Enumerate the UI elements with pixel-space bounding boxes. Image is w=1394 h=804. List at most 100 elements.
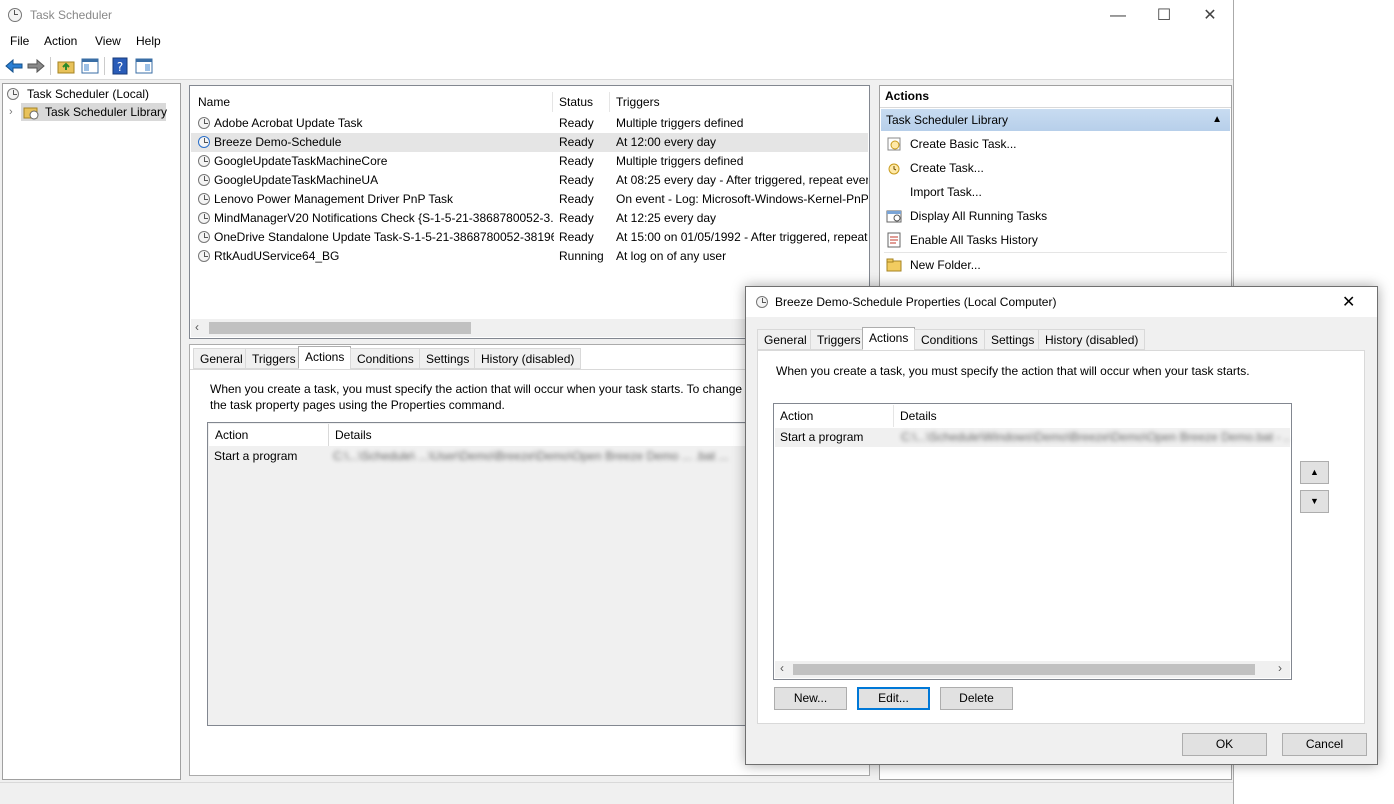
menu-view[interactable]: View bbox=[95, 34, 121, 48]
action-import-task[interactable]: Import Task... bbox=[910, 181, 982, 203]
task-triggers: On event - Log: Microsoft-Windows-Kernel… bbox=[616, 192, 868, 206]
task-status: Ready bbox=[559, 116, 594, 130]
column-header-details[interactable]: Details bbox=[329, 424, 766, 446]
dialog-tab-settings[interactable]: Settings bbox=[984, 329, 1042, 350]
dialog-action-details: C:\...\Schedule\Windows\Demo\Breeze\Demo… bbox=[901, 430, 1289, 444]
menu-file[interactable]: File bbox=[10, 34, 29, 48]
task-clock-icon bbox=[198, 193, 210, 205]
table-row[interactable]: Lenovo Power Management Driver PnP Task … bbox=[191, 190, 868, 209]
ok-button[interactable]: OK bbox=[1182, 733, 1267, 756]
dialog-tab-triggers[interactable]: Triggers bbox=[810, 329, 868, 350]
tree-item-library[interactable]: › Task Scheduler Library bbox=[9, 103, 168, 121]
tab-triggers[interactable]: Triggers bbox=[245, 348, 303, 369]
table-row[interactable]: GoogleUpdateTaskMachineCore Ready Multip… bbox=[191, 152, 868, 171]
actions-section-header[interactable]: Task Scheduler Library ▲ bbox=[881, 109, 1230, 131]
up-folder-icon[interactable] bbox=[56, 56, 76, 76]
show-hide-action-pane-icon[interactable] bbox=[134, 56, 154, 76]
task-name: OneDrive Standalone Update Task-S-1-5-21… bbox=[214, 230, 554, 244]
table-row[interactable]: GoogleUpdateTaskMachineUA Ready At 08:25… bbox=[191, 171, 868, 190]
tab-actions[interactable]: Actions bbox=[298, 346, 352, 369]
action-details: C:\...\Schedule\ ...\User\Demo\Breeze\De… bbox=[333, 449, 729, 463]
app-clock-icon bbox=[8, 8, 22, 22]
task-name: MindManagerV20 Notifications Check {S-1-… bbox=[214, 211, 554, 225]
scroll-left-icon[interactable]: ‹ bbox=[780, 661, 784, 675]
task-name: GoogleUpdateTaskMachineCore bbox=[214, 154, 388, 168]
menu-help[interactable]: Help bbox=[136, 34, 161, 48]
dialog-tab-history[interactable]: History (disabled) bbox=[1038, 329, 1146, 350]
scrollbar-thumb[interactable] bbox=[209, 322, 471, 334]
column-header-triggers[interactable]: Triggers bbox=[610, 92, 869, 112]
task-triggers: Multiple triggers defined bbox=[616, 154, 744, 168]
task-properties-dialog: Breeze Demo-Schedule Properties (Local C… bbox=[745, 286, 1378, 765]
task-status: Ready bbox=[559, 230, 594, 244]
tab-conditions[interactable]: Conditions bbox=[350, 348, 421, 369]
collapse-caret-icon[interactable]: ▲ bbox=[1212, 109, 1222, 131]
action-enable-tasks-history[interactable]: Enable All Tasks History bbox=[910, 229, 1038, 251]
column-header-action[interactable]: Action bbox=[209, 424, 329, 446]
dialog-tab-general[interactable]: General bbox=[757, 329, 814, 350]
tab-general[interactable]: General bbox=[193, 348, 250, 369]
dialog-column-header-action[interactable]: Action bbox=[775, 405, 894, 427]
tab-settings[interactable]: Settings bbox=[419, 348, 477, 369]
action-create-basic-task[interactable]: Create Basic Task... bbox=[910, 133, 1017, 155]
show-hide-tree-icon[interactable] bbox=[80, 56, 100, 76]
task-triggers: Multiple triggers defined bbox=[616, 116, 744, 130]
action-new-folder[interactable]: New Folder... bbox=[910, 254, 981, 276]
task-clock-icon bbox=[198, 117, 210, 129]
task-name: Breeze Demo-Schedule bbox=[214, 135, 342, 149]
move-up-button[interactable]: ▲ bbox=[1300, 461, 1329, 484]
minimize-button[interactable]: — bbox=[1095, 0, 1141, 31]
svg-text:?: ? bbox=[117, 60, 123, 74]
move-down-button[interactable]: ▼ bbox=[1300, 490, 1329, 513]
forward-arrow-icon[interactable] bbox=[26, 56, 46, 76]
delete-action-button[interactable]: Delete bbox=[940, 687, 1013, 710]
task-status: Ready bbox=[559, 135, 594, 149]
task-clock-icon bbox=[198, 231, 210, 243]
actions-description-line2: the task property pages using the Proper… bbox=[210, 398, 505, 412]
actions-description-line1: When you create a task, you must specify… bbox=[210, 382, 749, 396]
action-create-task[interactable]: Create Task... bbox=[910, 157, 984, 179]
task-status: Running bbox=[559, 249, 604, 263]
column-header-name[interactable]: Name bbox=[192, 92, 553, 112]
tab-history[interactable]: History (disabled) bbox=[474, 348, 582, 369]
table-row[interactable]: OneDrive Standalone Update Task-S-1-5-21… bbox=[191, 228, 868, 247]
tree-library-label: Task Scheduler Library bbox=[45, 105, 168, 119]
dialog-column-header-details[interactable]: Details bbox=[894, 405, 1290, 427]
back-arrow-icon[interactable] bbox=[4, 56, 24, 76]
task-triggers: At 15:00 on 01/05/1992 - After triggered… bbox=[616, 230, 868, 244]
task-triggers: At 12:00 every day bbox=[616, 135, 717, 149]
task-clock-icon bbox=[198, 155, 210, 167]
menu-action[interactable]: Action bbox=[44, 34, 77, 48]
dialog-actions-list: Action Details Start a program C:\...\Sc… bbox=[773, 403, 1292, 680]
close-button[interactable]: ✕ bbox=[1187, 0, 1233, 31]
dialog-tab-conditions[interactable]: Conditions bbox=[914, 329, 985, 350]
edit-action-button[interactable]: Edit... bbox=[857, 687, 930, 710]
arrow-down-icon: ▼ bbox=[1310, 496, 1319, 506]
table-row[interactable]: Adobe Acrobat Update Task Ready Multiple… bbox=[191, 114, 868, 133]
table-row[interactable]: MindManagerV20 Notifications Check {S-1-… bbox=[191, 209, 868, 228]
new-folder-icon bbox=[886, 258, 902, 272]
table-row[interactable]: RtkAudUService64_BG Running At log on of… bbox=[191, 247, 868, 266]
create-basic-task-icon bbox=[887, 137, 901, 151]
scroll-left-icon[interactable]: ‹ bbox=[195, 320, 199, 334]
dialog-scrollbar-thumb[interactable] bbox=[793, 664, 1255, 675]
action-display-running-tasks[interactable]: Display All Running Tasks bbox=[910, 205, 1047, 227]
cancel-button[interactable]: Cancel bbox=[1282, 733, 1367, 756]
dialog-title-bar: Breeze Demo-Schedule Properties (Local C… bbox=[746, 287, 1377, 317]
dialog-horizontal-scrollbar[interactable]: ‹ › bbox=[775, 661, 1290, 678]
new-action-button[interactable]: New... bbox=[774, 687, 847, 710]
task-triggers: At 12:25 every day bbox=[616, 211, 717, 225]
dialog-close-button[interactable]: ✕ bbox=[1342, 292, 1355, 312]
scroll-right-icon[interactable]: › bbox=[1278, 661, 1282, 675]
action-type[interactable]: Start a program bbox=[214, 449, 297, 463]
help-icon[interactable]: ? bbox=[110, 56, 130, 76]
actions-list: Action Details Start a program C:\...\Sc… bbox=[207, 422, 767, 726]
menu-bar: File Action View Help bbox=[0, 31, 1233, 53]
dialog-tab-actions[interactable]: Actions bbox=[862, 327, 916, 350]
dialog-action-row[interactable]: Start a program C:\...\Schedule\Windows\… bbox=[775, 428, 1290, 447]
maximize-button[interactable]: ☐ bbox=[1141, 0, 1187, 31]
table-row[interactable]: Breeze Demo-Schedule Ready At 12:00 ever… bbox=[191, 133, 868, 152]
column-header-status[interactable]: Status bbox=[553, 92, 610, 112]
chevron-right-icon[interactable]: › bbox=[9, 103, 13, 121]
create-task-icon bbox=[888, 163, 900, 175]
